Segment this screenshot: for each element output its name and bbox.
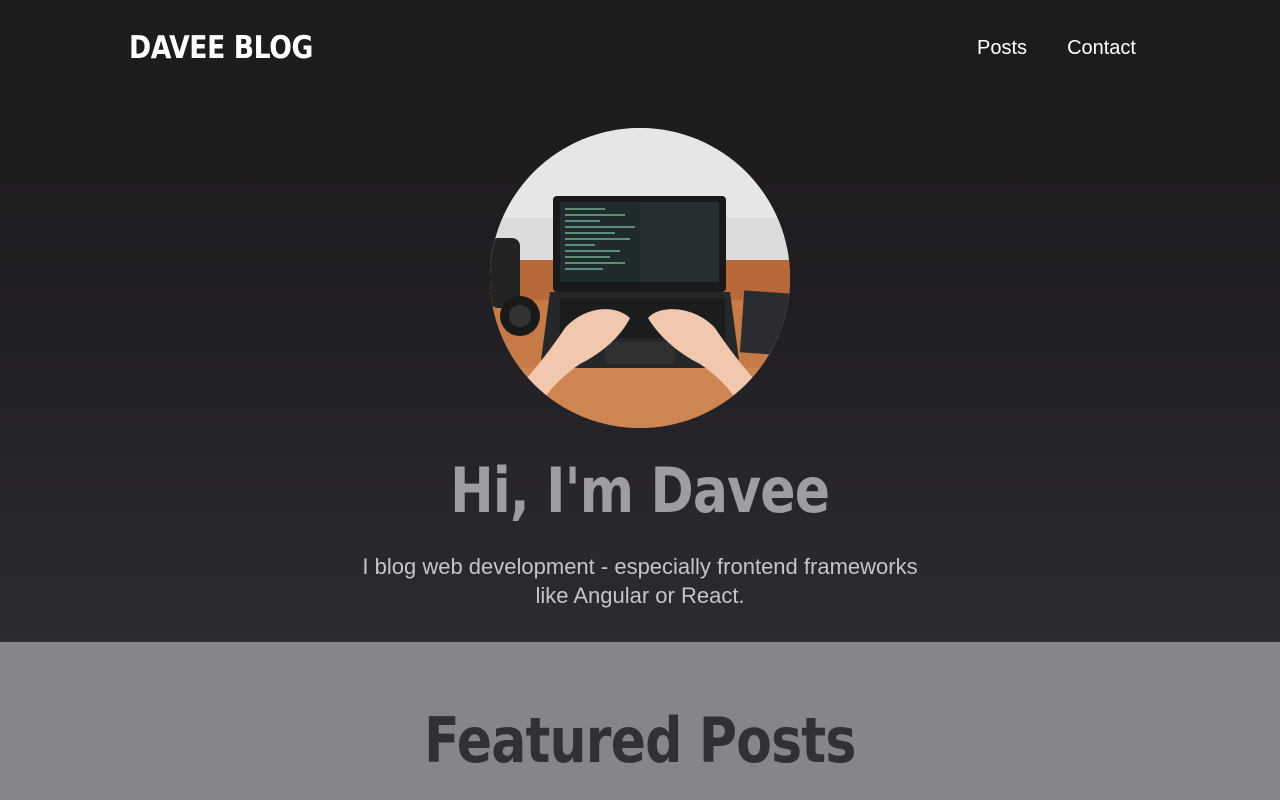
site-logo[interactable]: DAVEE BLOG <box>129 30 313 66</box>
nav-link-contact[interactable]: Contact <box>1067 37 1136 60</box>
hero-subtitle: I blog web development - especially fron… <box>290 552 990 610</box>
main-nav: Posts Contact <box>937 37 1136 60</box>
hero-avatar-image <box>490 128 790 428</box>
featured-posts-title: Featured Posts <box>424 704 856 777</box>
hero-title: Hi, I'm Davee <box>450 454 830 527</box>
site-header: DAVEE BLOG Posts Contact <box>0 0 1280 96</box>
hero-subtitle-line-1: I blog web development - especially fron… <box>362 554 918 579</box>
nav-link-posts[interactable]: Posts <box>977 37 1027 60</box>
hero-subtitle-line-2: like Angular or React. <box>535 583 745 608</box>
